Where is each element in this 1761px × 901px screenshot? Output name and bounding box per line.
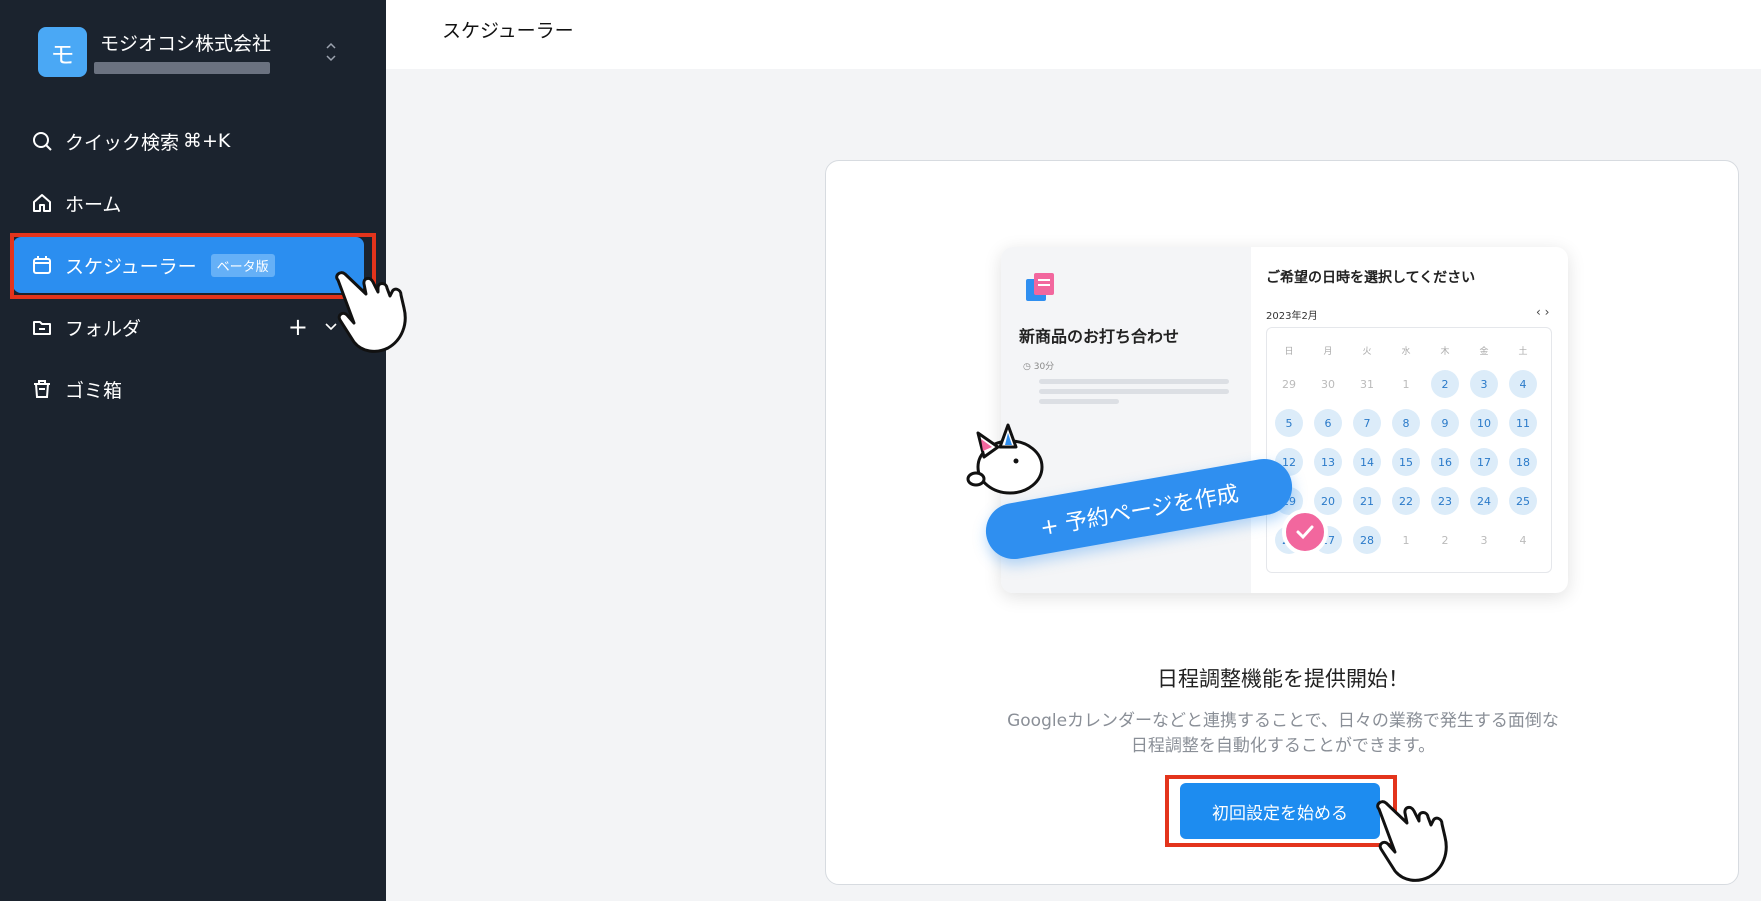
calendar-day: 13 (1314, 448, 1342, 476)
calendar-weekday: 金 (1479, 346, 1489, 357)
top-bar: スケジューラー (386, 0, 1761, 69)
calendar-day: 31 (1360, 377, 1374, 391)
app-logo-icon (1026, 273, 1054, 301)
org-subtitle-redacted (94, 62, 270, 74)
calendar-day: 10 (1470, 409, 1498, 437)
pointing-hand-icon (1376, 800, 1448, 882)
calendar-day: 18 (1509, 448, 1537, 476)
org-name: モジオコシ株式会社 (100, 33, 272, 55)
calendar-day: 7 (1353, 409, 1381, 437)
calendar-day: 28 (1353, 526, 1381, 554)
calendar-weekday: 木 (1440, 346, 1450, 357)
page-title: スケジューラー (442, 20, 574, 42)
search-shortcut: ⌘+K (183, 130, 231, 152)
calendar-weekday: 水 (1401, 346, 1411, 357)
nav-folder-label: フォルダ (65, 317, 142, 340)
calendar-day: 29 (1282, 377, 1296, 391)
org-switcher[interactable]: モ モジオコシ株式会社 (38, 27, 368, 79)
sidebar: モ モジオコシ株式会社 クイック検索 ⌘+K ホーム スケジューラー ベータ版 … (0, 0, 407, 901)
mockup-text-line (1039, 379, 1229, 384)
home-icon (31, 192, 53, 214)
mockup-text-line (1039, 399, 1119, 404)
scheduler-intro-card: 新商品のお打ち合わせ ◷ 30分 ご希望の日時を選択してください 2023年2月… (825, 160, 1739, 885)
calendar-weekday: 日 (1284, 346, 1294, 357)
check-icon (1282, 509, 1328, 555)
calendar-weekday: 火 (1362, 346, 1372, 357)
nav-folder[interactable]: フォルダ + (13, 299, 364, 355)
org-avatar: モ (38, 27, 87, 77)
mockup-month: 2023年2月 (1266, 311, 1318, 322)
calendar-day: 24 (1470, 487, 1498, 515)
calendar-day: 11 (1509, 409, 1537, 437)
calendar-day: 20 (1314, 487, 1342, 515)
trash-icon (31, 378, 53, 400)
calendar-weekday: 土 (1518, 346, 1528, 357)
calendar-day: 4 (1519, 533, 1527, 547)
mockup-text-line (1039, 389, 1229, 394)
nav-trash-label: ゴミ箱 (65, 379, 123, 402)
promo-description: Googleカレンダーなどと連携することで、日々の業務で発生する面倒な 日程調整… (1007, 711, 1559, 756)
mockup-duration: ◷ 30分 (1023, 362, 1055, 372)
calendar-day: 9 (1431, 409, 1459, 437)
start-setup-button[interactable]: 初回設定を始める (1180, 783, 1380, 839)
search-icon (31, 130, 53, 152)
calendar-day: 3 (1470, 370, 1498, 398)
calendar-day: 3 (1480, 533, 1488, 547)
calendar-day: 23 (1431, 487, 1459, 515)
calendar-weekday: 月 (1323, 346, 1333, 357)
calendar-day: 1 (1402, 377, 1410, 391)
pointing-hand-icon (335, 271, 407, 353)
promo-headline: 日程調整機能を提供開始！ (1157, 667, 1409, 691)
calendar-day: 4 (1509, 370, 1537, 398)
nav-quick-search-label: クイック検索 (65, 131, 180, 154)
calendar-day: 6 (1314, 409, 1342, 437)
scheduler-highlight-frame (10, 233, 376, 299)
mockup-picker-title: ご希望の日時を選択してください (1266, 270, 1476, 286)
calendar-day: 8 (1392, 409, 1420, 437)
nav-home-label: ホーム (65, 193, 122, 216)
nav-trash[interactable]: ゴミ箱 (13, 361, 364, 417)
folder-icon (31, 316, 53, 338)
chevron-updown-icon[interactable] (324, 37, 338, 67)
calendar-day: 2 (1431, 370, 1459, 398)
calendar-day: 2 (1441, 533, 1449, 547)
calendar-day: 1 (1402, 533, 1410, 547)
calendar-day: 25 (1509, 487, 1537, 515)
nav-home[interactable]: ホーム (13, 175, 364, 231)
calendar-day: 22 (1392, 487, 1420, 515)
scheduler-illustration: 新商品のお打ち合わせ ◷ 30分 ご希望の日時を選択してください 2023年2月… (964, 231, 1568, 651)
calendar-day: 5 (1275, 409, 1303, 437)
calendar-day: 16 (1431, 448, 1459, 476)
mockup-month-nav-icon: ‹ › (1536, 305, 1550, 319)
calendar-day: 30 (1321, 377, 1335, 391)
mockup-meeting-title: 新商品のお打ち合わせ (1019, 327, 1180, 346)
calendar-day: 21 (1353, 487, 1381, 515)
add-folder-button[interactable]: + (288, 313, 308, 341)
nav-quick-search[interactable]: クイック検索 ⌘+K (13, 113, 364, 169)
calendar-day: 15 (1392, 448, 1420, 476)
cat-mascot-icon (966, 423, 1044, 495)
calendar-day: 17 (1470, 448, 1498, 476)
calendar-day: 14 (1353, 448, 1381, 476)
